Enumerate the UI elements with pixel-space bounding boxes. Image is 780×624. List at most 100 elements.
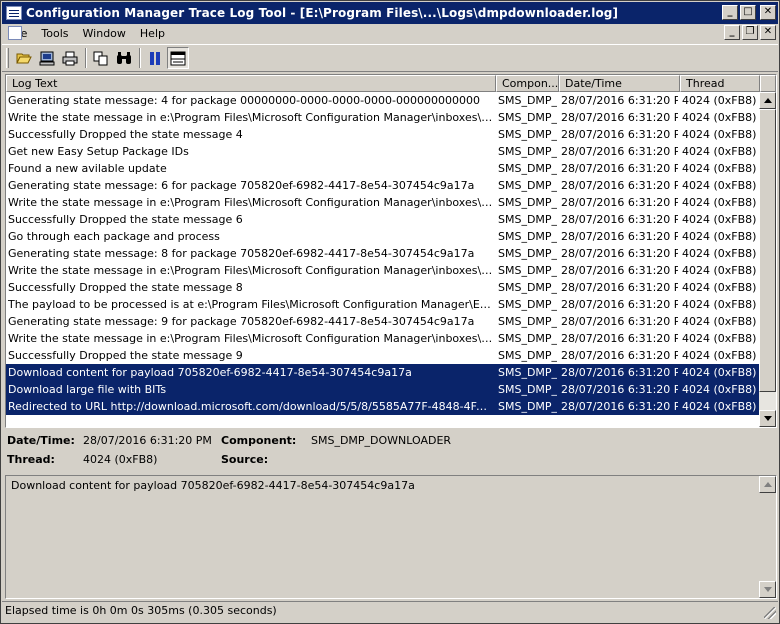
message-scroll-up-button[interactable]: [759, 476, 776, 493]
details-panel: Date/Time: 28/07/2016 6:31:20 PM Compone…: [7, 433, 777, 473]
datetime-cell: 28/07/2016 6:31:20 PM: [561, 111, 678, 124]
thread-label: Thread:: [7, 453, 55, 466]
table-row[interactable]: Successfully Dropped the state message 8…: [6, 279, 760, 296]
message-scroll-down-button[interactable]: [759, 581, 776, 598]
menu-window[interactable]: Window: [76, 27, 133, 40]
table-row[interactable]: Generating state message: 6 for package …: [6, 177, 760, 194]
thread-cell: 4024 (0xFB8): [682, 264, 757, 277]
log-text-cell: Successfully Dropped the state message 9: [8, 349, 243, 362]
table-row[interactable]: The payload to be processed is at e:\Pro…: [6, 296, 760, 313]
doc-minimize-button[interactable]: _: [724, 25, 740, 40]
thread-cell: 4024 (0xFB8): [682, 315, 757, 328]
toolbar-grip[interactable]: [6, 48, 9, 68]
log-text-cell: Successfully Dropped the state message 6: [8, 213, 243, 226]
scroll-up-button[interactable]: [759, 92, 776, 109]
menu-help[interactable]: Help: [133, 27, 172, 40]
component-cell: SMS_DMP_D: [498, 349, 557, 362]
list-body: Generating state message: 4 for package …: [6, 92, 760, 415]
component-cell: SMS_DMP_D: [498, 332, 557, 345]
log-text-cell: Write the state message in e:\Program Fi…: [8, 264, 494, 277]
thread-cell: 4024 (0xFB8): [682, 281, 757, 294]
table-row[interactable]: Found a new avilable update SMS_DMP_D 28/0…: [6, 160, 760, 177]
doc-restore-button[interactable]: ❐: [742, 25, 758, 40]
scroll-down-button[interactable]: [759, 410, 776, 427]
component-cell: SMS_DMP_D: [498, 298, 557, 311]
column-header-log-text[interactable]: Log Text: [6, 75, 496, 92]
thread-cell: 4024 (0xFB8): [682, 332, 757, 345]
minimize-button[interactable]: _: [722, 5, 738, 20]
app-window: Configuration Manager Trace Log Tool - […: [0, 0, 780, 624]
table-row[interactable]: Write the state message in e:\Program Fi…: [6, 262, 760, 279]
table-row[interactable]: Generating state message: 4 for package …: [6, 92, 760, 109]
table-row[interactable]: Get new Easy Setup Package IDs SMS_DMP_D 2…: [6, 143, 760, 160]
print-icon[interactable]: [59, 47, 81, 69]
log-text-cell: Generating state message: 6 for package …: [8, 179, 475, 192]
open-computer-icon[interactable]: [36, 47, 58, 69]
open-folder-icon[interactable]: [13, 47, 35, 69]
component-cell: SMS_DMP_D: [498, 366, 557, 379]
caption-buttons: _ □ ✕: [722, 5, 776, 20]
maximize-button[interactable]: □: [740, 5, 756, 20]
component-cell: SMS_DMP_D: [498, 162, 557, 175]
component-cell: SMS_DMP_D: [498, 179, 557, 192]
table-row[interactable]: Download large file with BITs SMS_DMP_D 28…: [6, 381, 760, 398]
table-row[interactable]: Redirected to URL http://download.micros…: [6, 398, 760, 415]
pause-icon[interactable]: [144, 47, 166, 69]
split-panel-icon[interactable]: [167, 47, 189, 69]
close-button[interactable]: ✕: [760, 5, 776, 20]
log-text-cell: Found a new avilable update: [8, 162, 167, 175]
component-cell: SMS_DMP_D: [498, 196, 557, 209]
table-row[interactable]: Download content for payload 705820ef-69…: [6, 364, 760, 381]
datetime-cell: 28/07/2016 6:31:20 PM: [561, 247, 678, 260]
doc-close-button[interactable]: ✕: [760, 25, 776, 40]
menu-tools[interactable]: Tools: [34, 27, 75, 40]
component-label: Component:: [221, 434, 297, 447]
datetime-cell: 28/07/2016 6:31:20 PM: [561, 281, 678, 294]
log-text-cell: Get new Easy Setup Package IDs: [8, 145, 189, 158]
source-label: Source:: [221, 453, 269, 466]
component-cell: SMS_DMP_D: [498, 230, 557, 243]
table-row[interactable]: Generating state message: 9 for package …: [6, 313, 760, 330]
scroll-thumb[interactable]: [759, 109, 776, 392]
component-cell: SMS_DMP_D: [498, 315, 557, 328]
table-row[interactable]: Go through each package and process SMS_D…: [6, 228, 760, 245]
table-row[interactable]: Generating state message: 8 for package …: [6, 245, 760, 262]
message-scrollbar[interactable]: [759, 476, 776, 598]
table-row[interactable]: Successfully Dropped the state message 4…: [6, 126, 760, 143]
datetime-cell: 28/07/2016 6:31:20 PM: [561, 332, 678, 345]
log-text-cell: Download large file with BITs: [8, 383, 167, 396]
vertical-scrollbar[interactable]: [759, 92, 776, 427]
log-text-cell: Successfully Dropped the state message 8: [8, 281, 243, 294]
component-cell: SMS_DMP_D: [498, 247, 557, 260]
table-row[interactable]: Successfully Dropped the state message 6…: [6, 211, 760, 228]
resize-grip-icon[interactable]: [764, 607, 776, 619]
table-row[interactable]: Write the state message in e:\Program Fi…: [6, 194, 760, 211]
column-header-component[interactable]: Compon...: [496, 75, 559, 92]
toolbar: [2, 44, 778, 72]
column-header-thread[interactable]: Thread: [680, 75, 760, 92]
title-bar[interactable]: Configuration Manager Trace Log Tool - […: [2, 2, 778, 24]
log-list[interactable]: Log Text Compon... Date/Time Thread Gene…: [5, 74, 777, 428]
table-row[interactable]: Successfully Dropped the state message 9…: [6, 347, 760, 364]
document-caption-buttons: _ ❐ ✕: [724, 25, 776, 40]
find-icon[interactable]: [113, 47, 135, 69]
table-row[interactable]: Write the state message in e:\Program Fi…: [6, 330, 760, 347]
column-header-datetime[interactable]: Date/Time: [559, 75, 680, 92]
datetime-cell: 28/07/2016 6:31:20 PM: [561, 349, 678, 362]
message-text-box[interactable]: Download content for payload 705820ef-69…: [5, 475, 777, 599]
log-text-cell: Generating state message: 9 for package …: [8, 315, 475, 328]
datetime-cell: 28/07/2016 6:31:20 PM: [561, 179, 678, 192]
thread-cell: 4024 (0xFB8): [682, 247, 757, 260]
component-cell: SMS_DMP_D: [498, 145, 557, 158]
thread-cell: 4024 (0xFB8): [682, 349, 757, 362]
document-icon[interactable]: [8, 26, 22, 40]
arrow-down-icon: [763, 416, 772, 421]
thread-cell: 4024 (0xFB8): [682, 179, 757, 192]
copy-icon[interactable]: [90, 47, 112, 69]
component-cell: SMS_DMP_D: [498, 264, 557, 277]
datetime-cell: 28/07/2016 6:31:20 PM: [561, 128, 678, 141]
table-row[interactable]: Write the state message in e:\Program Fi…: [6, 109, 760, 126]
datetime-cell: 28/07/2016 6:31:20 PM: [561, 400, 678, 413]
status-bar: Elapsed time is 0h 0m 0s 305ms (0.305 se…: [2, 601, 778, 621]
status-text: Elapsed time is 0h 0m 0s 305ms (0.305 se…: [5, 604, 277, 617]
